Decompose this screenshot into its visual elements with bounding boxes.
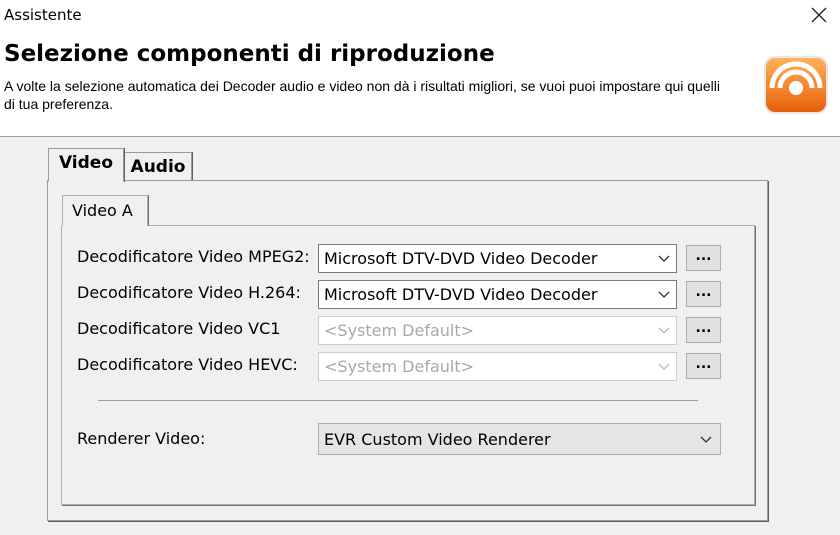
- wizard-window: Assistente Selezione componenti di ripro…: [0, 0, 840, 535]
- page-heading: Selezione componenti di riproduzione: [4, 41, 495, 67]
- mpeg2-decoder-label: Decodificatore Video MPEG2:: [77, 247, 310, 266]
- tab-audio[interactable]: Audio: [124, 152, 192, 180]
- tab-video[interactable]: Video: [48, 148, 124, 182]
- hevc-decoder-label: Decodificatore Video HEVC:: [77, 355, 298, 374]
- vc1-decoder-value: <System Default>: [324, 321, 475, 340]
- chevron-down-icon: [658, 291, 670, 298]
- vc1-browse-button[interactable]: ...: [686, 317, 721, 343]
- chevron-down-icon: [658, 255, 670, 262]
- vc1-decoder-select[interactable]: <System Default>: [318, 316, 677, 345]
- chevron-down-icon: [658, 363, 670, 370]
- renderer-value: EVR Custom Video Renderer: [324, 430, 551, 449]
- mpeg2-decoder-value: Microsoft DTV-DVD Video Decoder: [324, 249, 598, 268]
- hevc-decoder-select[interactable]: <System Default>: [318, 352, 677, 381]
- mpeg2-decoder-select[interactable]: Microsoft DTV-DVD Video Decoder: [318, 244, 677, 273]
- mpeg2-browse-button[interactable]: ...: [686, 245, 721, 271]
- h264-decoder-select[interactable]: Microsoft DTV-DVD Video Decoder: [318, 280, 677, 309]
- renderer-select[interactable]: EVR Custom Video Renderer: [318, 423, 721, 455]
- h264-decoder-label: Decodificatore Video H.264:: [77, 283, 301, 302]
- renderer-label: Renderer Video:: [77, 429, 206, 448]
- chevron-down-icon: [700, 436, 712, 443]
- close-icon: [811, 7, 827, 23]
- subtab-video-a[interactable]: Video A: [62, 195, 148, 226]
- section-divider: [98, 400, 698, 401]
- h264-browse-button[interactable]: ...: [686, 281, 721, 307]
- window-title: Assistente: [4, 6, 82, 24]
- player-logo-icon: [760, 50, 830, 120]
- page-description: A volte la selezione automatica dei Deco…: [4, 78, 720, 112]
- chevron-down-icon: [658, 327, 670, 334]
- vc1-decoder-label: Decodificatore Video VC1: [77, 319, 281, 338]
- hevc-decoder-value: <System Default>: [324, 357, 475, 376]
- h264-decoder-value: Microsoft DTV-DVD Video Decoder: [324, 285, 598, 304]
- hevc-browse-button[interactable]: ...: [686, 353, 721, 379]
- close-button[interactable]: [808, 4, 830, 26]
- wizard-header: Assistente Selezione componenti di ripro…: [0, 0, 840, 137]
